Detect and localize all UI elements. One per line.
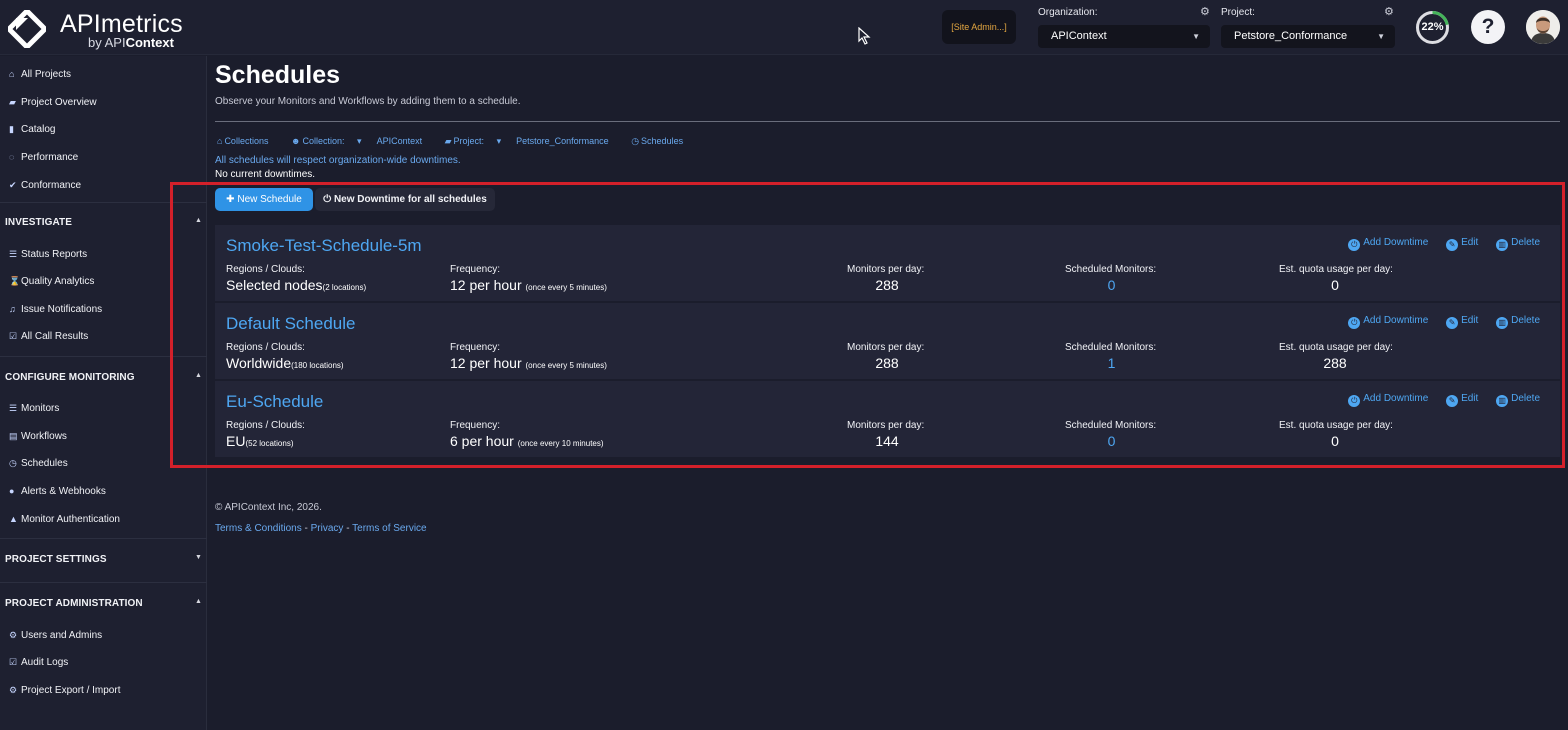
folder-open-icon: ▰ <box>9 97 16 107</box>
lock-icon: ▲ <box>9 514 18 524</box>
sidebar-section-configure-monitoring[interactable]: CONFIGURE MONITORING ▲ <box>5 372 202 383</box>
sidebar-item-monitors[interactable]: ☰ Monitors <box>9 401 59 415</box>
users-icon: ☻ <box>290 136 301 146</box>
workflow-icon: ▤ <box>9 431 18 441</box>
sidebar-item-all-projects[interactable]: ⌂ All Projects <box>9 67 71 81</box>
breadcrumb-project[interactable]: ▰ Project: ▾ Petstore_Conformance <box>445 136 619 146</box>
sidebar-divider <box>0 538 207 539</box>
sidebar-item-project-overview[interactable]: ▰ Project Overview <box>9 95 97 109</box>
sidebar-item-users-admins[interactable]: ⚙ Users and Admins <box>9 628 102 642</box>
project-label: Project: <box>1221 7 1255 18</box>
sidebar-item-alerts-webhooks[interactable]: ● Alerts & Webhooks <box>9 484 106 498</box>
sidebar-item-issue-notifications[interactable]: ♫ Issue Notifications <box>9 302 102 316</box>
folder-icon: ▰ <box>444 136 452 146</box>
home-icon: ⌂ <box>9 69 15 79</box>
breadcrumb-collections[interactable]: ⌂ Collections <box>217 136 278 146</box>
clock-icon: ◷ <box>9 458 17 468</box>
chevron-up-icon: ▲ <box>195 598 203 605</box>
breadcrumb-schedules[interactable]: ◷ Schedules <box>631 136 693 146</box>
footer-links: Terms & Conditions - Privacy - Terms of … <box>215 523 427 534</box>
sidebar-item-quality-analytics[interactable]: ⌛Quality Analytics <box>9 274 94 288</box>
check-square-icon: ☑ <box>9 657 18 667</box>
no-downtimes-text: No current downtimes. <box>215 169 316 180</box>
footer-copyright: © APIContext Inc, 2026. <box>215 502 322 513</box>
sidebar-item-catalog[interactable]: ▮ Catalog <box>9 122 55 136</box>
organization-select[interactable]: APIContext ▼ <box>1038 25 1210 48</box>
gear-icon: ⚙ <box>9 630 18 640</box>
page-title: Schedules <box>215 61 341 89</box>
breadcrumb: ⌂ Collections ☻ Collection: ▾ APIContext ▰… <box>217 136 703 147</box>
sidebar-item-schedules[interactable]: ◷ Schedules <box>9 456 68 470</box>
list-icon: ☰ <box>9 403 18 413</box>
clock-icon: ◷ <box>631 136 640 146</box>
sidebar-section-project-settings[interactable]: PROJECT SETTINGS ▼ <box>5 554 202 565</box>
terms-conditions-link[interactable]: Terms & Conditions <box>215 523 302 534</box>
globe-icon: ● <box>9 486 15 496</box>
top-bar: APImetrics by APIContext [Site Admin...]… <box>0 0 1568 55</box>
home-icon: ⌂ <box>217 136 223 146</box>
sidebar-item-audit-logs[interactable]: ☑ Audit Logs <box>9 655 68 669</box>
project-gear-icon[interactable]: ⚙ <box>1384 5 1394 18</box>
sidebar-section-project-administration[interactable]: PROJECT ADMINISTRATION ▲ <box>5 598 202 609</box>
mouse-cursor-icon <box>858 27 871 45</box>
hourglass-icon: ⌛ <box>9 276 21 286</box>
privacy-link[interactable]: Privacy <box>311 523 344 534</box>
footer-separator: - <box>304 523 308 534</box>
chevron-down-icon: ▾ <box>357 136 362 146</box>
quota-percent: 22% <box>1421 21 1444 33</box>
sidebar-item-status-reports[interactable]: ☰ Status Reports <box>9 247 87 261</box>
sidebar-item-conformance[interactable]: ✔ Conformance <box>9 178 81 192</box>
site-admin-button[interactable]: [Site Admin...] <box>942 10 1016 44</box>
sidebar-item-workflows[interactable]: ▤ Workflows <box>9 429 67 443</box>
gear-icon: ⚙ <box>9 685 18 695</box>
apimetrics-logo[interactable]: APImetrics by APIContext <box>8 8 208 50</box>
page-description: Observe your Monitors and Workflows by a… <box>215 96 521 107</box>
sidebar-item-performance[interactable]: ◌ Performance <box>9 150 78 164</box>
user-avatar[interactable] <box>1526 10 1560 44</box>
gauge-icon: ◌ <box>9 152 15 162</box>
bell-icon: ♫ <box>9 304 16 314</box>
sidebar-divider <box>0 582 207 583</box>
check-icon: ✔ <box>9 180 17 190</box>
check-square-icon: ☑ <box>9 331 18 341</box>
sidebar-item-all-call-results[interactable]: ☑ All Call Results <box>9 329 88 343</box>
chevron-down-icon: ▼ <box>195 554 203 561</box>
book-icon: ▮ <box>9 124 14 134</box>
logo-mark-icon <box>8 10 46 48</box>
terms-of-service-link[interactable]: Terms of Service <box>352 523 426 534</box>
list-icon: ☰ <box>9 249 18 259</box>
sidebar-item-monitor-authentication[interactable]: ▲ Monitor Authentication <box>9 512 120 526</box>
project-select[interactable]: Petstore_Conformance ▼ <box>1221 25 1395 48</box>
breadcrumb-collection[interactable]: ☻ Collection: ▾ APIContext <box>291 136 432 146</box>
title-divider <box>215 121 1560 122</box>
sidebar-section-investigate[interactable]: INVESTIGATE ▲ <box>5 217 202 228</box>
chevron-down-icon: ▾ <box>496 136 502 146</box>
organization-label: Organization: <box>1038 7 1098 18</box>
chevron-down-icon: ▼ <box>1192 32 1200 41</box>
organization-gear-icon[interactable]: ⚙ <box>1200 5 1210 18</box>
logo-subtitle: by APIContext <box>88 35 174 50</box>
downtime-notice: All schedules will respect organization-… <box>215 155 461 166</box>
quota-usage-indicator[interactable]: 22% <box>1415 10 1450 45</box>
chevron-down-icon: ▼ <box>1377 32 1385 41</box>
footer-separator: - <box>346 523 350 534</box>
sidebar-item-project-export-import[interactable]: ⚙ Project Export / Import <box>9 683 120 697</box>
highlight-annotation <box>170 182 1565 468</box>
help-button[interactable]: ? <box>1471 10 1505 44</box>
